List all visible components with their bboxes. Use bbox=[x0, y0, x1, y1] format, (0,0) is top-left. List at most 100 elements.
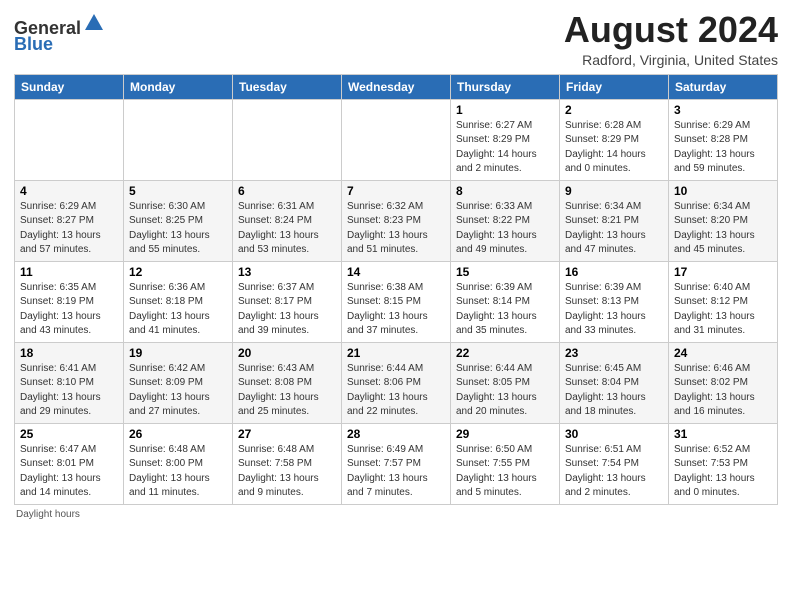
week-row-1: 1 Sunrise: 6:27 AM Sunset: 8:29 PM Daylig… bbox=[15, 99, 778, 180]
location-text: Radford, Virginia, United States bbox=[564, 52, 778, 68]
calendar-cell-w4-d0: 18Sunrise: 6:41 AM Sunset: 8:10 PM Dayli… bbox=[15, 342, 124, 423]
calendar-cell-w2-d2: 6 Sunrise: 6:31 AM Sunset: 8:24 PM Daylig… bbox=[233, 180, 342, 261]
day-info: Sunrise: 6:31 AM Sunset: 8:24 PM Dayligh… bbox=[238, 200, 336, 258]
day-number: 14 bbox=[347, 265, 445, 279]
title-block: August 2024 Radford, Virginia, United St… bbox=[564, 10, 778, 68]
calendar-cell-w2-d5: 9 Sunrise: 6:34 AM Sunset: 8:21 PM Daylig… bbox=[560, 180, 669, 261]
calendar-cell-w4-d5: 23Sunrise: 6:45 AM Sunset: 8:04 PM Dayli… bbox=[560, 342, 669, 423]
day-info: Sunrise: 6:43 AM Sunset: 8:08 PM Dayligh… bbox=[238, 362, 336, 420]
day-number: 30 bbox=[565, 427, 663, 441]
calendar-cell-w2-d3: 7 Sunrise: 6:32 AM Sunset: 8:23 PM Daylig… bbox=[342, 180, 451, 261]
day-info: Sunrise: 6:36 AM Sunset: 8:18 PM Dayligh… bbox=[129, 281, 227, 339]
day-number: 3 bbox=[674, 103, 772, 117]
header: General Blue August 2024 Radford, Virgin… bbox=[14, 10, 778, 68]
week-row-4: 18Sunrise: 6:41 AM Sunset: 8:10 PM Dayli… bbox=[15, 342, 778, 423]
calendar-cell-w3-d2: 13 Sunrise: 6:37 AM Sunset: 8:17 PM Dayli… bbox=[233, 261, 342, 342]
calendar-table: Sunday Monday Tuesday Wednesday Thursday… bbox=[14, 74, 778, 505]
calendar-cell-w2-d4: 8 Sunrise: 6:33 AM Sunset: 8:22 PM Daylig… bbox=[451, 180, 560, 261]
calendar-cell-w5-d5: 30 Sunrise: 6:51 AM Sunset: 7:54 PM Dayli… bbox=[560, 423, 669, 504]
calendar-cell-w5-d1: 26 Sunrise: 6:48 AM Sunset: 8:00 PM Dayli… bbox=[124, 423, 233, 504]
calendar-cell-w5-d3: 28Sunrise: 6:49 AM Sunset: 7:57 PM Dayli… bbox=[342, 423, 451, 504]
calendar-cell-w3-d6: 17 Sunrise: 6:40 AM Sunset: 8:12 PM Dayli… bbox=[669, 261, 778, 342]
day-number: 20 bbox=[238, 346, 336, 360]
day-info: Sunrise: 6:38 AM Sunset: 8:15 PM Dayligh… bbox=[347, 281, 445, 339]
day-number: 7 bbox=[347, 184, 445, 198]
calendar-cell-w1-d1 bbox=[124, 99, 233, 180]
day-number: 6 bbox=[238, 184, 336, 198]
day-number: 31 bbox=[674, 427, 772, 441]
calendar-cell-w5-d6: 31 Sunrise: 6:52 AM Sunset: 7:53 PM Dayli… bbox=[669, 423, 778, 504]
day-number: 13 bbox=[238, 265, 336, 279]
calendar-cell-w5-d0: 25 Sunrise: 6:47 AM Sunset: 8:01 PM Dayli… bbox=[15, 423, 124, 504]
day-info: Sunrise: 6:29 AM Sunset: 8:28 PM Dayligh… bbox=[674, 119, 772, 177]
day-info: Sunrise: 6:48 AM Sunset: 8:00 PM Dayligh… bbox=[129, 443, 227, 501]
logo-blue-text: Blue bbox=[14, 34, 53, 54]
calendar-cell-w2-d1: 5 Sunrise: 6:30 AM Sunset: 8:25 PM Daylig… bbox=[124, 180, 233, 261]
day-info: Sunrise: 6:30 AM Sunset: 8:25 PM Dayligh… bbox=[129, 200, 227, 258]
day-number: 4 bbox=[20, 184, 118, 198]
calendar-cell-w3-d4: 15 Sunrise: 6:39 AM Sunset: 8:14 PM Dayli… bbox=[451, 261, 560, 342]
day-info: Sunrise: 6:39 AM Sunset: 8:14 PM Dayligh… bbox=[456, 281, 554, 339]
day-number: 12 bbox=[129, 265, 227, 279]
day-number: 9 bbox=[565, 184, 663, 198]
day-info: Sunrise: 6:46 AM Sunset: 8:02 PM Dayligh… bbox=[674, 362, 772, 420]
day-info: Sunrise: 6:49 AM Sunset: 7:57 PM Dayligh… bbox=[347, 443, 445, 501]
header-wednesday: Wednesday bbox=[342, 74, 451, 99]
day-number: 11 bbox=[20, 265, 118, 279]
day-number: 16 bbox=[565, 265, 663, 279]
header-monday: Monday bbox=[124, 74, 233, 99]
day-number: 29 bbox=[456, 427, 554, 441]
calendar-cell-w3-d0: 11Sunrise: 6:35 AM Sunset: 8:19 PM Dayli… bbox=[15, 261, 124, 342]
day-info: Sunrise: 6:47 AM Sunset: 8:01 PM Dayligh… bbox=[20, 443, 118, 501]
logo-icon bbox=[83, 12, 105, 34]
day-info: Sunrise: 6:27 AM Sunset: 8:29 PM Dayligh… bbox=[456, 119, 554, 177]
day-number: 22 bbox=[456, 346, 554, 360]
day-info: Sunrise: 6:37 AM Sunset: 8:17 PM Dayligh… bbox=[238, 281, 336, 339]
calendar-cell-w5-d4: 29Sunrise: 6:50 AM Sunset: 7:55 PM Dayli… bbox=[451, 423, 560, 504]
day-number: 21 bbox=[347, 346, 445, 360]
day-number: 1 bbox=[456, 103, 554, 117]
calendar-cell-w4-d3: 21Sunrise: 6:44 AM Sunset: 8:06 PM Dayli… bbox=[342, 342, 451, 423]
day-info: Sunrise: 6:52 AM Sunset: 7:53 PM Dayligh… bbox=[674, 443, 772, 501]
day-number: 2 bbox=[565, 103, 663, 117]
day-info: Sunrise: 6:33 AM Sunset: 8:22 PM Dayligh… bbox=[456, 200, 554, 258]
day-number: 5 bbox=[129, 184, 227, 198]
day-number: 25 bbox=[20, 427, 118, 441]
footer-note: Daylight hours bbox=[14, 509, 778, 520]
day-number: 8 bbox=[456, 184, 554, 198]
day-info: Sunrise: 6:34 AM Sunset: 8:20 PM Dayligh… bbox=[674, 200, 772, 258]
calendar-cell-w1-d4: 1 Sunrise: 6:27 AM Sunset: 8:29 PM Daylig… bbox=[451, 99, 560, 180]
week-row-5: 25 Sunrise: 6:47 AM Sunset: 8:01 PM Dayli… bbox=[15, 423, 778, 504]
main-container: General Blue August 2024 Radford, Virgin… bbox=[0, 0, 792, 526]
day-number: 15 bbox=[456, 265, 554, 279]
day-info: Sunrise: 6:32 AM Sunset: 8:23 PM Dayligh… bbox=[347, 200, 445, 258]
calendar-cell-w5-d2: 27Sunrise: 6:48 AM Sunset: 7:58 PM Dayli… bbox=[233, 423, 342, 504]
month-title: August 2024 bbox=[564, 10, 778, 50]
day-number: 17 bbox=[674, 265, 772, 279]
day-info: Sunrise: 6:45 AM Sunset: 8:04 PM Dayligh… bbox=[565, 362, 663, 420]
day-info: Sunrise: 6:29 AM Sunset: 8:27 PM Dayligh… bbox=[20, 200, 118, 258]
calendar-cell-w1-d6: 3 Sunrise: 6:29 AM Sunset: 8:28 PM Daylig… bbox=[669, 99, 778, 180]
day-number: 18 bbox=[20, 346, 118, 360]
calendar-cell-w4-d2: 20 Sunrise: 6:43 AM Sunset: 8:08 PM Dayli… bbox=[233, 342, 342, 423]
day-info: Sunrise: 6:51 AM Sunset: 7:54 PM Dayligh… bbox=[565, 443, 663, 501]
calendar-cell-w1-d3 bbox=[342, 99, 451, 180]
day-info: Sunrise: 6:34 AM Sunset: 8:21 PM Dayligh… bbox=[565, 200, 663, 258]
calendar-cell-w3-d5: 16 Sunrise: 6:39 AM Sunset: 8:13 PM Dayli… bbox=[560, 261, 669, 342]
calendar-cell-w1-d2 bbox=[233, 99, 342, 180]
calendar-cell-w3-d3: 14 Sunrise: 6:38 AM Sunset: 8:15 PM Dayli… bbox=[342, 261, 451, 342]
day-info: Sunrise: 6:42 AM Sunset: 8:09 PM Dayligh… bbox=[129, 362, 227, 420]
calendar-cell-w2-d0: 4 Sunrise: 6:29 AM Sunset: 8:27 PM Daylig… bbox=[15, 180, 124, 261]
weekday-header-row: Sunday Monday Tuesday Wednesday Thursday… bbox=[15, 74, 778, 99]
day-info: Sunrise: 6:39 AM Sunset: 8:13 PM Dayligh… bbox=[565, 281, 663, 339]
calendar-cell-w4-d4: 22Sunrise: 6:44 AM Sunset: 8:05 PM Dayli… bbox=[451, 342, 560, 423]
day-number: 26 bbox=[129, 427, 227, 441]
calendar-cell-w4-d1: 19 Sunrise: 6:42 AM Sunset: 8:09 PM Dayli… bbox=[124, 342, 233, 423]
day-info: Sunrise: 6:28 AM Sunset: 8:29 PM Dayligh… bbox=[565, 119, 663, 177]
header-tuesday: Tuesday bbox=[233, 74, 342, 99]
day-info: Sunrise: 6:40 AM Sunset: 8:12 PM Dayligh… bbox=[674, 281, 772, 339]
week-row-3: 11Sunrise: 6:35 AM Sunset: 8:19 PM Dayli… bbox=[15, 261, 778, 342]
calendar-cell-w4-d6: 24Sunrise: 6:46 AM Sunset: 8:02 PM Dayli… bbox=[669, 342, 778, 423]
day-number: 19 bbox=[129, 346, 227, 360]
header-friday: Friday bbox=[560, 74, 669, 99]
